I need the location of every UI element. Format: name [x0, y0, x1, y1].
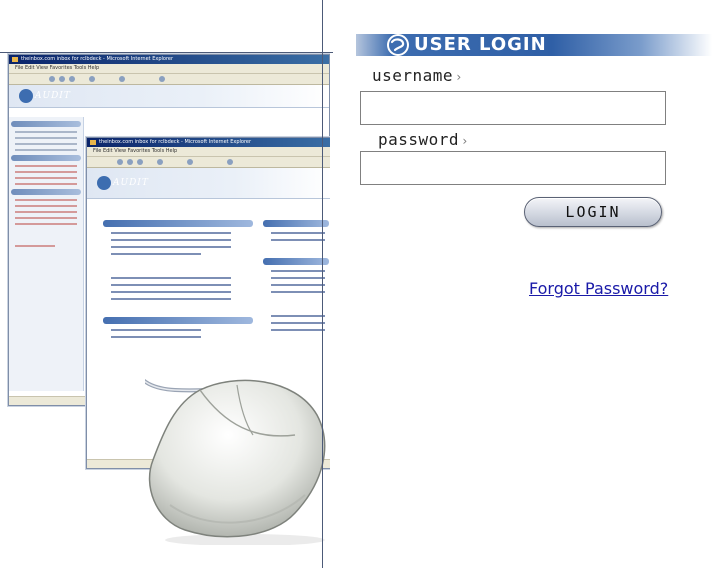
password-input[interactable] — [360, 151, 666, 185]
window-toolbar — [9, 74, 329, 85]
banner-title: USER LOGIN — [414, 34, 547, 55]
audit-logo-icon — [97, 176, 111, 190]
username-label-text: username — [372, 66, 454, 85]
computer-mouse-icon — [145, 378, 326, 545]
chevron-right-icon: › — [455, 70, 463, 84]
horizontal-divider — [0, 52, 333, 53]
window-content-left — [103, 220, 253, 343]
username-input[interactable] — [360, 91, 666, 125]
window-logo-strip: AUDIT — [9, 85, 329, 108]
audit-logo-icon — [19, 89, 33, 103]
vertical-divider — [322, 0, 323, 568]
logo-swirl-icon — [387, 34, 409, 56]
login-button[interactable]: LOGIN — [524, 197, 662, 227]
window-sidebar — [9, 117, 84, 391]
window-title-bar: theinbox.com inbox for rclbdeck - Micros… — [9, 55, 329, 64]
login-illustration: theinbox.com inbox for rclbdeck - Micros… — [0, 0, 330, 568]
chevron-right-icon: › — [461, 134, 469, 148]
password-label-text: password — [378, 130, 460, 149]
window-menu-bar: File Edit View Favorites Tools Help — [9, 64, 329, 74]
username-label: username › — [372, 66, 463, 85]
window-menu-bar: File Edit View Favorites Tools Help — [87, 147, 330, 157]
window-logo-strip: AUDIT — [87, 168, 330, 199]
user-login-banner: USER LOGIN — [356, 34, 712, 56]
window-title-bar: theinbox.com inbox for rclbdeck - Micros… — [87, 138, 330, 147]
window-logo-text: AUDIT — [113, 178, 149, 188]
forgot-password-link[interactable]: Forgot Password? — [529, 279, 668, 298]
password-label: password › — [378, 130, 469, 149]
window-toolbar — [87, 157, 330, 168]
window-logo-text: AUDIT — [35, 91, 71, 101]
window-content-right — [263, 220, 329, 336]
